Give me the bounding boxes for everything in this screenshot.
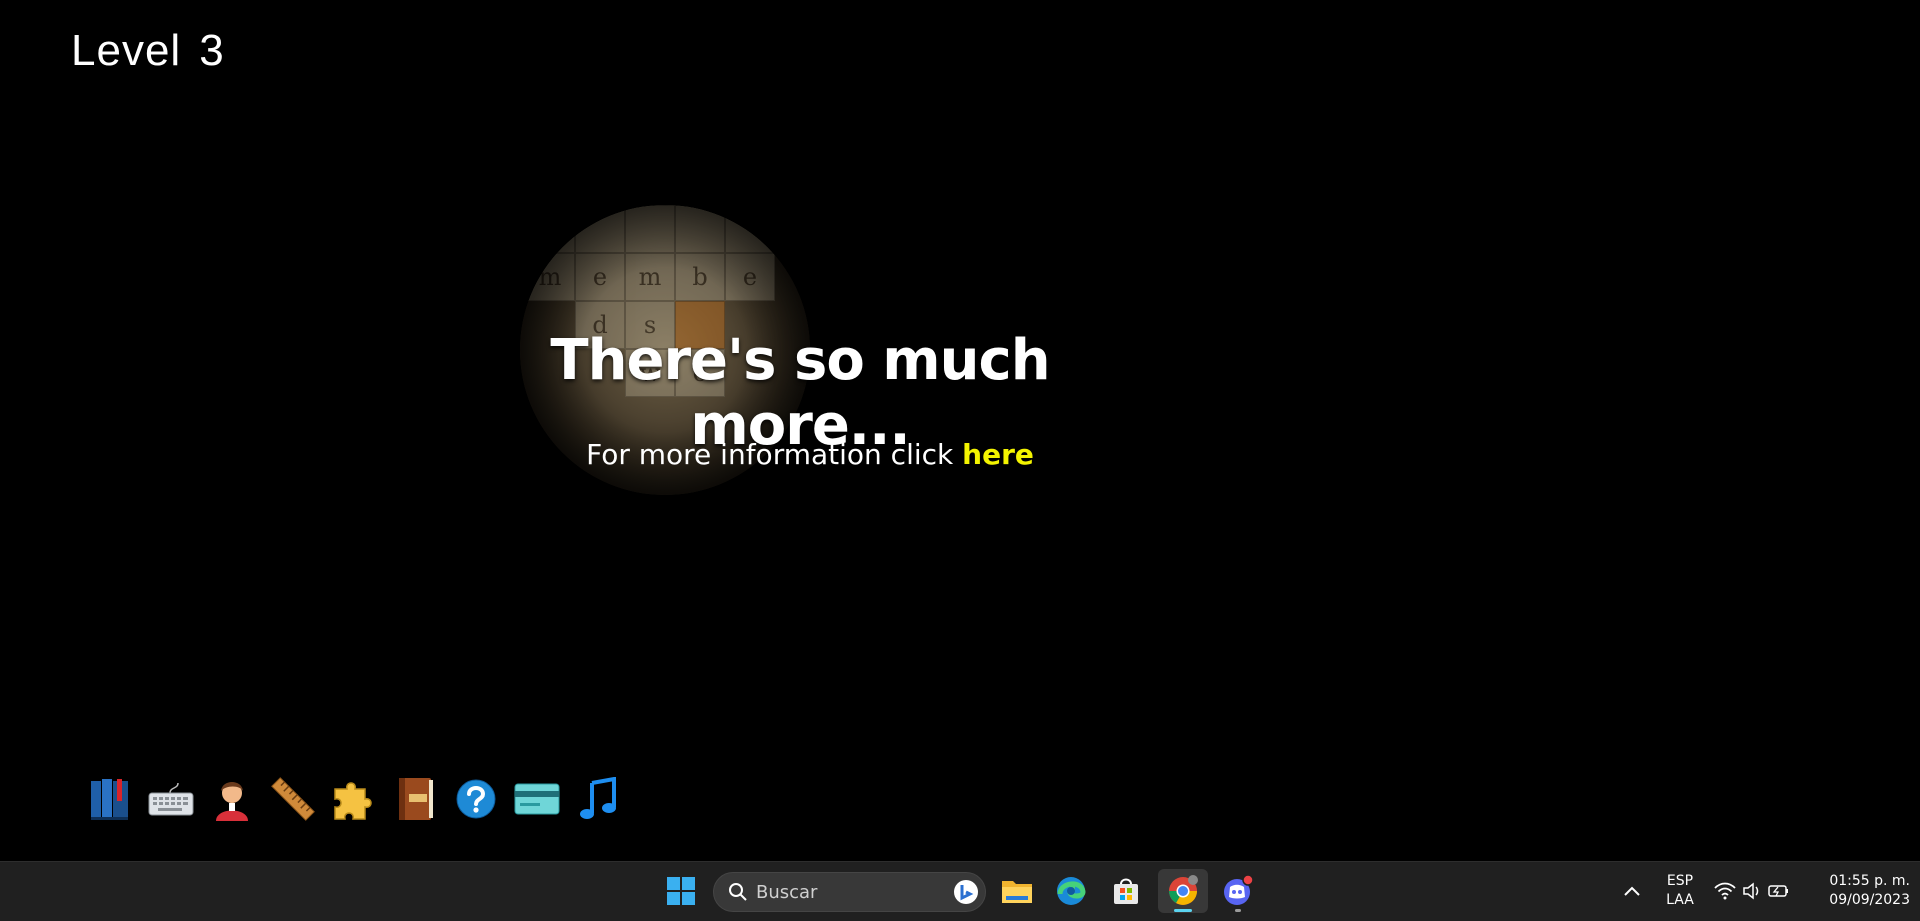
windows-start-icon[interactable] <box>658 869 704 913</box>
file-explorer-icon[interactable] <box>994 869 1040 913</box>
discord-icon[interactable] <box>1215 869 1261 913</box>
running-indicator <box>1235 909 1241 912</box>
dictionary-icon[interactable] <box>391 775 439 823</box>
search-placeholder: Buscar <box>756 881 818 903</box>
level-label: Level <box>71 26 182 75</box>
clock[interactable]: 01:55 p. m. 09/09/2023 <box>1810 869 1910 913</box>
level-number: 3 <box>199 26 225 75</box>
taskbar: Buscar ESP LAA 01:55 p. m. 09/09/2023 <box>0 861 1920 921</box>
game-canvas[interactable]: Level3 m e m b e d s w o There's so much… <box>0 0 1920 861</box>
search-icon <box>729 883 747 901</box>
active-indicator <box>1174 909 1192 912</box>
info-prefix: For more information click <box>586 438 954 471</box>
level-indicator: Level 3 <box>71 26 225 76</box>
info-link[interactable]: here <box>962 438 1034 471</box>
language-indicator[interactable]: ESP LAA <box>1656 869 1704 913</box>
lang-line1: ESP <box>1666 873 1694 889</box>
help-icon[interactable] <box>452 775 500 823</box>
edge-icon[interactable] <box>1048 869 1094 913</box>
volume-icon <box>1743 882 1759 900</box>
info-text: For more information click here <box>440 438 1180 471</box>
books-icon[interactable] <box>86 775 134 823</box>
music-note-icon[interactable] <box>574 775 622 823</box>
person-icon[interactable] <box>208 775 256 823</box>
store-icon[interactable] <box>1103 869 1149 913</box>
wifi-icon <box>1714 882 1736 900</box>
lang-line2: LAA <box>1666 892 1694 908</box>
system-tray[interactable] <box>1712 869 1792 913</box>
game-toolbar <box>86 774 622 824</box>
chrome-icon[interactable] <box>1158 869 1208 913</box>
clock-time: 01:55 p. m. <box>1829 873 1910 889</box>
ruler-icon[interactable] <box>269 775 317 823</box>
card-icon[interactable] <box>513 775 561 823</box>
clock-date: 09/09/2023 <box>1829 892 1910 908</box>
chevron-up-icon[interactable] <box>1618 869 1646 913</box>
battery-icon <box>1768 885 1788 897</box>
keyboard-icon[interactable] <box>147 775 195 823</box>
puzzle-icon[interactable] <box>330 775 378 823</box>
bing-icon[interactable] <box>953 879 979 905</box>
search-box[interactable]: Buscar <box>713 872 986 912</box>
